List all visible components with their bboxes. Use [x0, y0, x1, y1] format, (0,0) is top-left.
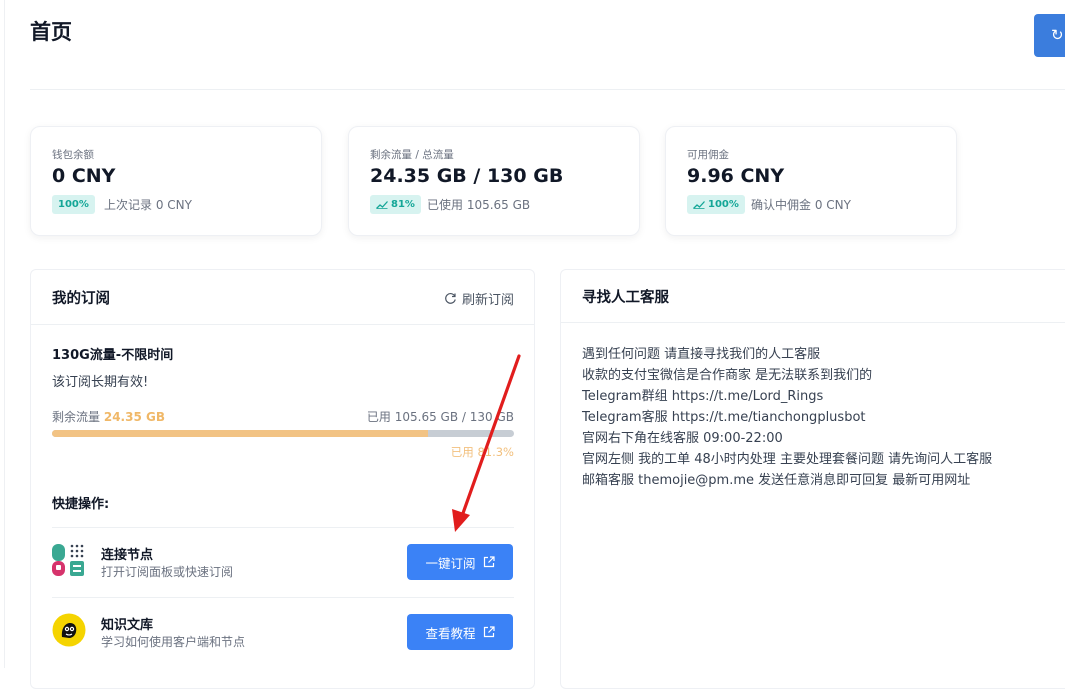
stat-label: 钱包余额	[52, 149, 94, 161]
quick-actions-title: 快捷操作:	[52, 497, 110, 512]
support-text: 遇到任何问题 请直接寻找我们的人工客服 收款的支付宝微信是合作商家 是无法联系到…	[582, 344, 992, 491]
support-line: 官网左侧 我的工单 48小时内处理 主要处理套餐问题 请先询问人工客服	[582, 452, 993, 467]
mascot-icon	[52, 613, 86, 647]
support-line: 邮箱客服 themojie@pm.me 发送任意消息即可回复 最新可用网址	[582, 473, 971, 488]
plan-name: 130G流量-不限时间	[52, 348, 174, 363]
stat-badge: 100%	[52, 195, 95, 214]
wallet-balance-card: 钱包余额 0 CNY 100% 上次记录 0 CNY	[30, 126, 322, 236]
trend-up-icon	[376, 201, 388, 209]
app-grid-icon	[52, 544, 86, 578]
support-line: 遇到任何问题 请直接寻找我们的人工客服	[582, 347, 821, 362]
refresh-subscription-button[interactable]: 刷新订阅	[444, 289, 514, 308]
support-line: Telegram客服 https://t.me/tianchongplusbot	[582, 410, 866, 425]
stat-badge: 100%	[687, 195, 745, 214]
stat-value: 0 CNY	[52, 165, 116, 187]
subscription-panel-header: 我的订阅 刷新订阅	[31, 270, 534, 325]
trend-up-icon	[693, 201, 705, 209]
view-tutorial-button[interactable]: 查看教程	[407, 614, 513, 650]
stat-label: 可用佣金	[687, 149, 729, 161]
action-description: 打开订阅面板或快速订阅	[101, 565, 234, 579]
top-right-action-button[interactable]: ↻	[1034, 14, 1065, 57]
support-line: 收款的支付宝微信是合作商家 是无法联系到我们的	[582, 368, 873, 383]
used-percent-label: 已用 81.3%	[450, 445, 514, 459]
subscription-panel: 我的订阅 刷新订阅 130G流量-不限时间 该订阅长期有效! 剩余流量 24.3…	[30, 269, 535, 689]
refresh-icon: ↻	[1051, 26, 1064, 44]
support-title: 寻找人工客服	[582, 290, 669, 306]
subscription-title: 我的订阅	[52, 291, 110, 307]
traffic-card: 剩余流量 / 总流量 24.35 GB / 130 GB 81% 已使用 105…	[348, 126, 640, 236]
stat-badge: 81%	[370, 195, 421, 214]
sidebar-edge-divider	[4, 0, 5, 668]
traffic-progress-bar	[52, 430, 514, 437]
stat-value: 24.35 GB / 130 GB	[370, 165, 564, 187]
support-panel: 寻找人工客服 遇到任何问题 请直接寻找我们的人工客服 收款的支付宝微信是合作商家…	[560, 269, 1065, 689]
stat-value: 9.96 CNY	[687, 165, 785, 187]
support-line: Telegram群组 https://t.me/Lord_Rings	[582, 389, 824, 404]
plan-status: 该订阅长期有效!	[52, 375, 149, 390]
stat-sub: 确认中佣金 0 CNY	[751, 198, 851, 212]
stat-sub: 上次记录 0 CNY	[104, 198, 192, 212]
divider	[52, 527, 514, 528]
used-traffic: 已用 105.65 GB / 130 GB	[366, 410, 514, 424]
remaining-traffic: 剩余流量 24.35 GB	[52, 410, 165, 424]
traffic-progress-fill	[52, 430, 428, 437]
stat-sub: 已使用 105.65 GB	[427, 198, 531, 212]
commission-card: 可用佣金 9.96 CNY 100% 确认中佣金 0 CNY	[665, 126, 957, 236]
stat-label: 剩余流量 / 总流量	[370, 149, 454, 161]
action-title: 知识文库	[101, 618, 154, 633]
support-panel-header: 寻找人工客服	[561, 270, 1065, 323]
support-line: 官网右下角在线客服 09:00-22:00	[582, 431, 783, 446]
page-title: 首页	[30, 20, 72, 44]
one-click-subscribe-button[interactable]: 一键订阅	[407, 544, 513, 580]
remaining-traffic-value: 24.35 GB	[103, 410, 165, 424]
refresh-icon	[445, 293, 456, 304]
header-divider	[30, 89, 1065, 90]
action-title: 连接节点	[101, 548, 154, 563]
external-link-icon	[483, 626, 495, 638]
divider	[52, 597, 514, 598]
action-description: 学习如何使用客户端和节点	[101, 635, 246, 649]
external-link-icon	[483, 556, 495, 568]
